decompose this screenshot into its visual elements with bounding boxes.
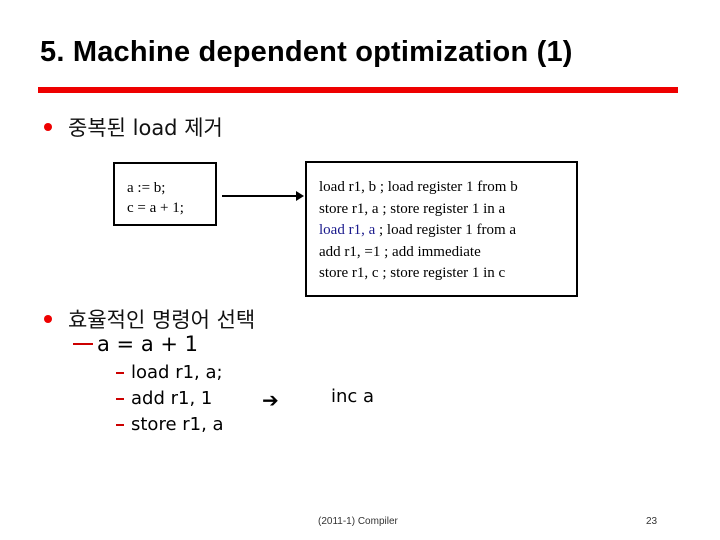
bullet-instruction-selection: 효율적인 명령어 선택 <box>44 304 255 334</box>
target-code-highlighted: load r1, a <box>319 222 376 238</box>
dash-icon <box>116 397 124 400</box>
bullet-dot-icon <box>44 123 52 131</box>
instruction-item: add r1, 1 <box>116 388 212 409</box>
target-comment: ; store register 1 in a <box>378 200 506 217</box>
sub-bullet: a = a + 1 <box>73 332 198 356</box>
target-line-redundant: load r1, a ; load register 1 from a <box>319 220 576 242</box>
result-instruction: inc a <box>331 386 375 407</box>
source-line: a := b; <box>127 180 166 196</box>
sub-bullet-text: a = a + 1 <box>97 332 198 356</box>
bullet-text: 효율적인 명령어 선택 <box>68 308 256 332</box>
target-line: store r1, c ; store register 1 in c <box>319 263 576 285</box>
target-comment: ; store register 1 in c <box>378 265 506 281</box>
source-line: c = a + 1; <box>127 200 184 216</box>
target-code: add r1, =1 <box>319 243 381 260</box>
target-comment: ; load register 1 from a <box>375 222 517 238</box>
footer-course: (2011-1) Compiler <box>318 516 398 527</box>
target-line: add r1, =1 ; add immediate <box>319 242 576 264</box>
instruction-text: store r1, a <box>131 414 224 435</box>
source-code-box: a := b; c = a + 1; <box>113 162 217 226</box>
dash-icon <box>73 343 93 345</box>
instruction-item: load r1, a; <box>116 362 223 383</box>
target-code: store r1, a <box>319 200 379 217</box>
right-arrow-icon: ➔ <box>262 388 279 412</box>
instruction-item: store r1, a <box>116 414 224 435</box>
page-number: 23 <box>646 516 658 527</box>
bullet-text: 중복된 load 제거 <box>68 116 223 140</box>
target-code-box: load r1, b ; load register 1 from b stor… <box>305 161 578 297</box>
instruction-text: add r1, 1 <box>131 388 213 409</box>
slide-title: 5. Machine dependent optimization (1) <box>40 36 573 68</box>
bullet-dot-icon <box>44 315 52 323</box>
instruction-text: load r1, a; <box>131 362 223 383</box>
target-comment: ; load register 1 from b <box>376 179 518 195</box>
dash-icon <box>116 371 124 374</box>
target-line: load r1, b ; load register 1 from b <box>319 177 576 199</box>
dash-icon <box>116 423 124 426</box>
target-code: store r1, c <box>319 265 379 281</box>
bullet-redundant-load: 중복된 load 제거 <box>44 112 223 142</box>
target-code: load r1, b <box>319 179 377 195</box>
arrow-right-icon <box>296 191 304 201</box>
arrow-line <box>222 195 298 197</box>
target-line: store r1, a ; store register 1 in a <box>319 199 576 221</box>
target-comment: ; add immediate <box>380 243 481 260</box>
title-underline <box>38 87 678 93</box>
